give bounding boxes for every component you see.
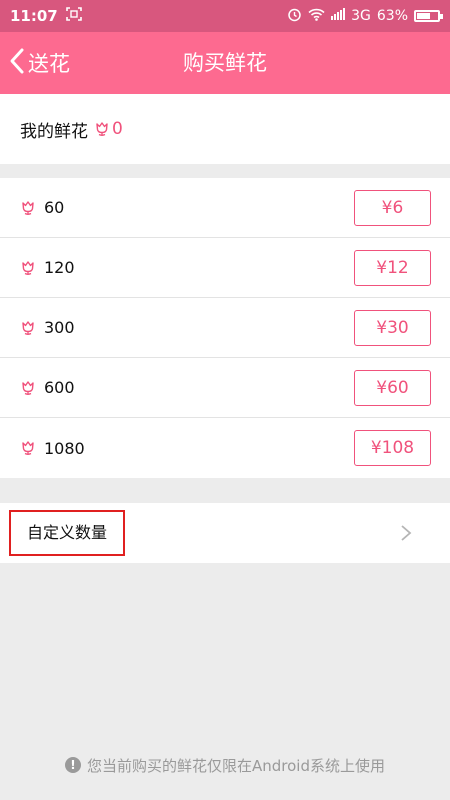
battery-icon <box>414 10 443 22</box>
package-list: 60 ¥6 120 ¥12 300 ¥30 600 ¥60 1080 ¥108 <box>0 178 450 478</box>
wifi-icon <box>308 8 325 25</box>
info-icon: ! <box>65 757 81 773</box>
package-amount: 1080 <box>44 438 85 458</box>
buy-price-button[interactable]: ¥12 <box>354 250 431 286</box>
back-label: 送花 <box>28 52 70 76</box>
battery-percent: 63% <box>376 8 408 24</box>
buy-price-button[interactable]: ¥6 <box>354 190 431 226</box>
package-amount: 120 <box>44 258 75 277</box>
footer-notice: ! 您当前购买的鲜花仅限在Android系统上使用 <box>0 750 450 780</box>
flower-icon <box>20 380 36 396</box>
package-row: 60 ¥6 <box>0 178 450 238</box>
buy-price-button[interactable]: ¥108 <box>354 430 431 466</box>
flower-icon <box>20 440 36 456</box>
network-type: 3G <box>351 8 371 24</box>
alarm-icon <box>287 7 302 26</box>
my-flowers-section: 我的鲜花 0 <box>0 94 450 164</box>
back-button[interactable]: 送花 <box>8 32 70 94</box>
package-amount: 60 <box>44 198 65 217</box>
package-amount: 600 <box>44 378 75 397</box>
back-arrow-icon <box>8 47 26 79</box>
status-bar: 11:07 3G 63% <box>0 0 450 32</box>
screenshot-icon <box>65 7 82 25</box>
custom-amount-row[interactable]: 自定义数量 <box>0 503 450 563</box>
custom-amount-label: 自定义数量 <box>27 523 108 542</box>
package-row: 600 ¥60 <box>0 358 450 418</box>
chevron-right-icon <box>400 524 412 546</box>
package-row: 300 ¥30 <box>0 298 450 358</box>
status-time: 11:07 <box>10 7 58 25</box>
buy-price-button[interactable]: ¥60 <box>354 370 431 406</box>
package-amount: 300 <box>44 318 75 337</box>
my-flowers-label: 我的鲜花 <box>20 121 88 142</box>
app-header: 送花 购买鲜花 <box>0 32 450 94</box>
flower-icon <box>20 260 36 276</box>
flower-icon <box>20 200 36 216</box>
my-flowers-count: 0 <box>112 119 123 139</box>
package-row: 1080 ¥108 <box>0 418 450 478</box>
signal-icon <box>331 8 346 24</box>
footer-notice-text: 您当前购买的鲜花仅限在Android系统上使用 <box>87 756 385 775</box>
package-row: 120 ¥12 <box>0 238 450 298</box>
flower-icon <box>20 320 36 336</box>
buy-price-button[interactable]: ¥30 <box>354 310 431 346</box>
flower-icon <box>94 121 110 137</box>
